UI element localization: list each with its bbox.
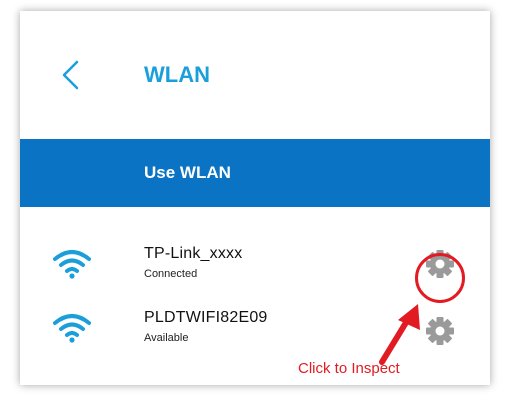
network-name: PLDTWIFI82E09 — [144, 309, 268, 326]
callout-text: Click to Inspect — [298, 360, 400, 377]
wifi-icon — [53, 250, 91, 279]
use-wlan-label: Use WLAN — [144, 163, 231, 182]
header: WLAN — [20, 11, 490, 139]
wifi-icon — [53, 314, 91, 343]
chevron-left-icon — [62, 60, 79, 90]
network-status: Connected — [144, 268, 198, 280]
back-button[interactable] — [58, 59, 82, 91]
gear-icon — [426, 250, 454, 278]
network-settings-button[interactable] — [423, 247, 457, 281]
network-item-pldtwifi[interactable]: PLDTWIFI82E09 Available — [20, 306, 490, 354]
network-item-tp-link[interactable]: TP-Link_xxxx Connected — [20, 242, 490, 290]
use-wlan-toggle[interactable]: Use WLAN — [20, 139, 490, 207]
network-settings-button[interactable] — [423, 314, 457, 348]
network-status: Available — [144, 332, 189, 344]
page-title: WLAN — [144, 62, 210, 87]
network-name: TP-Link_xxxx — [144, 245, 243, 262]
gear-icon — [426, 317, 454, 345]
